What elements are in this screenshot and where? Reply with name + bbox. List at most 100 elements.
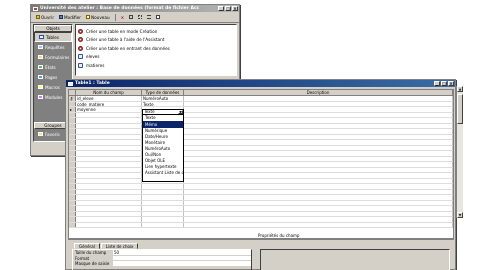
table-row[interactable] [69, 222, 453, 228]
data-type-cell[interactable] [142, 222, 184, 227]
field-name-cell[interactable]: id_eleve [76, 96, 142, 101]
row-selector[interactable] [69, 123, 76, 128]
delete-button[interactable]: × [121, 15, 125, 20]
description-cell[interactable] [184, 123, 453, 128]
description-cell[interactable] [184, 206, 453, 211]
open-button[interactable]: Ouvrir [36, 15, 54, 20]
description-cell[interactable] [184, 211, 453, 216]
description-cell[interactable] [184, 189, 453, 194]
object-forms[interactable]: Formulaires [34, 52, 72, 62]
data-type-cell[interactable] [142, 184, 184, 189]
database-window-titlebar[interactable]: Université des atelier : Base de données… [31, 5, 239, 12]
field-name-cell[interactable] [76, 167, 142, 172]
large-icons-button[interactable] [129, 15, 134, 19]
description-cell[interactable] [184, 178, 453, 183]
description-cell[interactable] [184, 167, 453, 172]
field-name-cell[interactable] [76, 200, 142, 205]
row-selector[interactable] [69, 118, 76, 123]
row-selector[interactable] [69, 140, 76, 145]
row-selector[interactable] [69, 162, 76, 167]
row-selector[interactable] [69, 173, 76, 178]
description-cell[interactable] [184, 200, 453, 205]
field-name-cell[interactable] [76, 156, 142, 161]
details-view-button[interactable] [156, 15, 161, 19]
objects-header[interactable]: Objets [34, 25, 72, 32]
row-selector[interactable] [69, 206, 76, 211]
field-name-cell[interactable] [76, 217, 142, 222]
minimize-button[interactable]: _ [218, 6, 224, 11]
data-type-cell[interactable] [142, 217, 184, 222]
description-cell[interactable] [184, 173, 453, 178]
field-name-cell[interactable] [76, 129, 142, 134]
description-cell[interactable] [184, 134, 453, 139]
row-selector[interactable] [69, 195, 76, 200]
row-selector[interactable] [69, 222, 76, 227]
description-cell[interactable] [184, 162, 453, 167]
description-cell[interactable] [184, 129, 453, 134]
field-name-cell[interactable] [76, 195, 142, 200]
field-name-cell[interactable] [76, 112, 142, 117]
new-button[interactable]: Nouveau [85, 15, 110, 20]
field-name-cell[interactable]: moyenne [76, 107, 142, 112]
data-type-cell[interactable]: Texte [142, 101, 184, 106]
minimize-button[interactable]: _ [434, 81, 440, 86]
row-selector[interactable] [69, 184, 76, 189]
field-name-cell[interactable] [76, 206, 142, 211]
row-selector[interactable] [69, 134, 76, 139]
field-name-cell[interactable] [76, 118, 142, 123]
maximize-button[interactable]: □ [225, 6, 231, 11]
row-selector[interactable] [69, 129, 76, 134]
field-name-cell[interactable] [76, 134, 142, 139]
list-view-button[interactable] [147, 15, 152, 19]
field-name-cell[interactable] [76, 123, 142, 128]
data-type-cell[interactable] [142, 195, 184, 200]
row-selector[interactable] [69, 217, 76, 222]
field-name-cell[interactable]: code_matiere [76, 101, 142, 106]
dropdown-option-selected[interactable]: Mémo [143, 121, 183, 128]
row-selector[interactable] [69, 145, 76, 150]
description-cell[interactable] [184, 184, 453, 189]
row-selector[interactable] [69, 178, 76, 183]
list-item[interactable]: Créer une table à l'aide de l'Assistant [78, 36, 234, 45]
table-window-titlebar[interactable]: Table1 : Table _ □ × [66, 80, 455, 87]
data-type-cell[interactable] [142, 189, 184, 194]
small-icons-button[interactable] [138, 15, 143, 19]
description-cell[interactable] [184, 107, 453, 112]
maximize-button[interactable]: □ [441, 81, 447, 86]
row-selector[interactable] [69, 156, 76, 161]
row-selector[interactable] [69, 151, 76, 156]
list-item[interactable]: Créer une table en mode Création [78, 27, 234, 36]
row-selector[interactable] [69, 211, 76, 216]
description-cell[interactable] [184, 140, 453, 145]
list-item[interactable]: Créer une table en entrant des données [78, 44, 234, 53]
description-cell[interactable] [184, 222, 453, 227]
row-selector[interactable]: ▸ [69, 107, 76, 112]
object-tables[interactable]: Tables [34, 32, 72, 42]
close-button[interactable]: × [232, 6, 238, 11]
row-selector[interactable] [69, 112, 76, 117]
description-cell[interactable] [184, 101, 453, 106]
description-cell[interactable] [184, 112, 453, 117]
data-type-cell[interactable] [142, 211, 184, 216]
list-item[interactable]: eleves [78, 53, 234, 62]
description-cell[interactable] [184, 145, 453, 150]
row-selector[interactable] [69, 200, 76, 205]
list-item[interactable]: matieres [78, 61, 234, 70]
field-name-cell[interactable] [76, 140, 142, 145]
scroll-thumb[interactable] [457, 94, 463, 124]
object-reports[interactable]: États [34, 62, 72, 72]
input-mask-input[interactable] [113, 261, 251, 267]
scroll-down-button[interactable]: ▼ [457, 212, 463, 218]
description-cell[interactable] [184, 156, 453, 161]
data-type-cell[interactable]: NuméroAuto [142, 96, 184, 101]
row-selector[interactable] [69, 101, 76, 106]
data-type-cell[interactable] [142, 206, 184, 211]
close-button[interactable]: × [448, 81, 454, 86]
row-selector[interactable] [69, 167, 76, 172]
data-type-cell[interactable] [142, 200, 184, 205]
field-name-cell[interactable] [76, 211, 142, 216]
row-selector[interactable] [69, 189, 76, 194]
description-cell[interactable] [184, 217, 453, 222]
description-cell[interactable] [184, 96, 453, 101]
object-queries[interactable]: Requêtes [34, 42, 72, 52]
